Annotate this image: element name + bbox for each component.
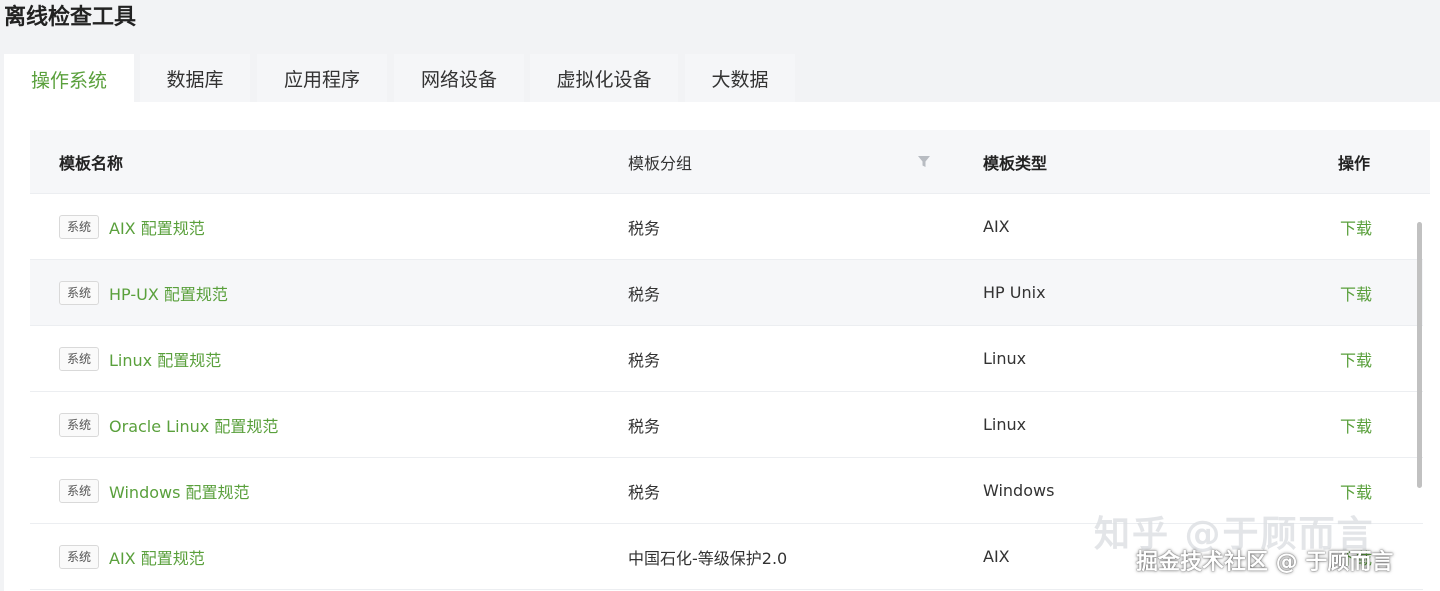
download-link[interactable]: 下载	[1340, 392, 1372, 457]
system-tag: 系统	[59, 280, 100, 305]
template-group: 税务	[628, 218, 661, 238]
table-row: 系统 HP-UX 配置规范 税务 HP Unix 下载	[30, 260, 1423, 326]
template-name-link[interactable]: HP-UX 配置规范	[109, 281, 228, 305]
header-template-group: 模板分组	[628, 154, 693, 173]
tab-virtualization-devices[interactable]: 虚拟化设备	[530, 54, 678, 102]
template-type: AIX	[983, 217, 1010, 236]
template-name-link[interactable]: AIX 配置规范	[109, 545, 205, 569]
template-type: Linux	[983, 349, 1027, 368]
template-group: 中国石化-等级保护2.0	[628, 548, 788, 568]
watermark-juejin: 掘金技术社区 @ 于顾而言	[1136, 550, 1394, 575]
template-name-link[interactable]: Oracle Linux 配置规范	[109, 413, 278, 437]
tab-network-devices[interactable]: 网络设备	[394, 54, 524, 102]
tab-big-data[interactable]: 大数据	[685, 54, 795, 102]
download-link[interactable]: 下载	[1340, 260, 1372, 325]
template-type: Linux	[983, 415, 1027, 434]
template-type: HP Unix	[983, 283, 1046, 302]
tab-applications[interactable]: 应用程序	[257, 54, 387, 102]
download-link[interactable]: 下载	[1340, 326, 1372, 391]
system-tag: 系统	[59, 478, 100, 503]
table-row: 系统 Linux 配置规范 税务 Linux 下载	[30, 326, 1423, 392]
tab-database[interactable]: 数据库	[140, 54, 250, 102]
table-header: 模板名称 模板分组 模板类型 操作	[30, 130, 1430, 194]
header-action: 操作	[1338, 154, 1371, 173]
page-title: 离线检查工具	[4, 5, 137, 30]
download-link[interactable]: 下载	[1340, 194, 1372, 259]
template-group: 税务	[628, 350, 661, 370]
system-tag: 系统	[59, 544, 100, 569]
table-row: 系统 AIX 配置规范 税务 AIX 下载	[30, 194, 1423, 260]
table-row: 系统 Oracle Linux 配置规范 税务 Linux 下载	[30, 392, 1423, 458]
template-type: AIX	[983, 547, 1010, 566]
template-group: 税务	[628, 284, 661, 304]
header-template-name: 模板名称	[59, 154, 124, 173]
system-tag: 系统	[59, 214, 100, 239]
template-type: Windows	[983, 481, 1055, 500]
filter-icon[interactable]	[918, 156, 930, 168]
category-tabs: 操作系统 数据库 应用程序 网络设备 虚拟化设备 大数据	[0, 54, 1440, 104]
template-group: 税务	[628, 416, 661, 436]
header-template-type: 模板类型	[983, 154, 1048, 173]
template-name-link[interactable]: Windows 配置规范	[109, 479, 250, 503]
template-group: 税务	[628, 482, 661, 502]
tab-os[interactable]: 操作系统	[4, 54, 134, 104]
system-tag: 系统	[59, 346, 100, 371]
system-tag: 系统	[59, 412, 100, 437]
template-name-link[interactable]: AIX 配置规范	[109, 215, 205, 239]
table-scrollbar[interactable]	[1417, 222, 1422, 488]
template-name-link[interactable]: Linux 配置规范	[109, 347, 221, 371]
